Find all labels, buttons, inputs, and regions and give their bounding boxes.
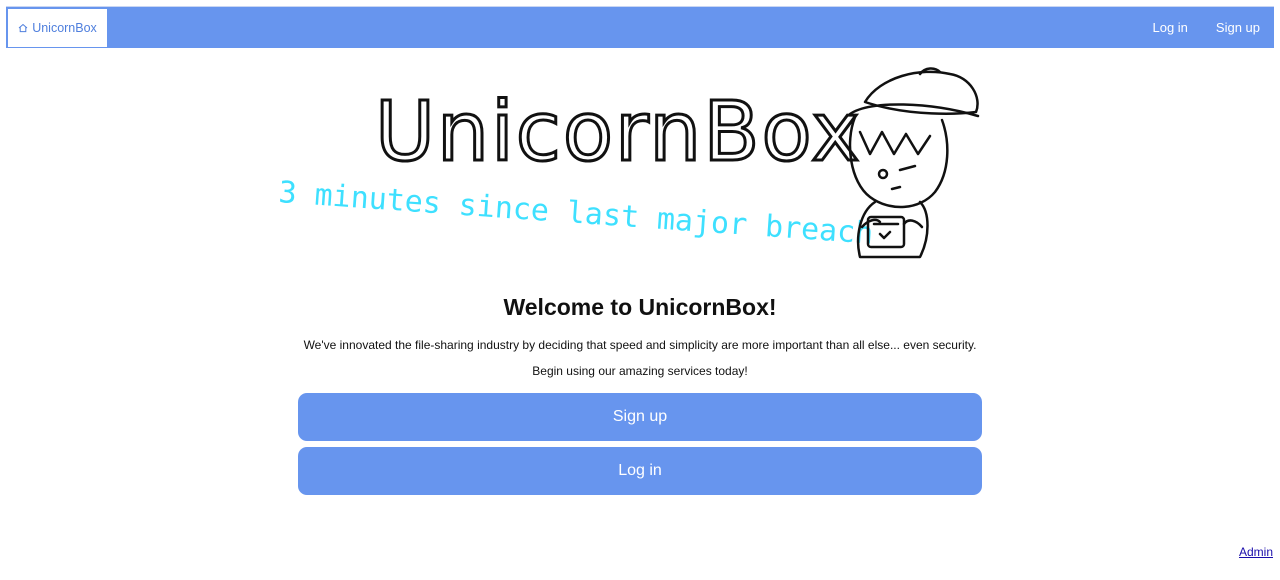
main-content: Welcome to UnicornBox! We've innovated t… xyxy=(0,290,1280,378)
logo-text: UnicornBox xyxy=(375,85,862,180)
brand-label: UnicornBox xyxy=(32,21,97,35)
signup-button[interactable]: Sign up xyxy=(298,393,982,441)
mascot-drawing xyxy=(848,67,980,259)
nav-links: Log in Sign up xyxy=(1152,7,1260,47)
admin-link[interactable]: Admin xyxy=(1239,545,1273,559)
hero-illustration: UnicornBox 3 minutes since last major br… xyxy=(277,67,980,259)
begin-text: Begin using our amazing services today! xyxy=(532,364,748,378)
house-icon xyxy=(18,23,28,33)
page-title: Welcome to UnicornBox! xyxy=(503,294,777,320)
tagline: 3 minutes since last major breach xyxy=(277,175,874,251)
description-text: We've innovated the file-sharing industr… xyxy=(303,338,977,352)
top-navbar: UnicornBox Log in Sign up xyxy=(6,6,1274,48)
brand-link[interactable]: UnicornBox xyxy=(8,9,107,47)
page: UnicornBox Log in Sign up UnicornBox 3 m… xyxy=(0,0,1280,580)
hero-logo: UnicornBox 3 minutes since last major br… xyxy=(270,62,990,272)
nav-signup-link[interactable]: Sign up xyxy=(1216,20,1260,35)
nav-login-link[interactable]: Log in xyxy=(1152,20,1187,35)
login-button[interactable]: Log in xyxy=(298,447,982,495)
